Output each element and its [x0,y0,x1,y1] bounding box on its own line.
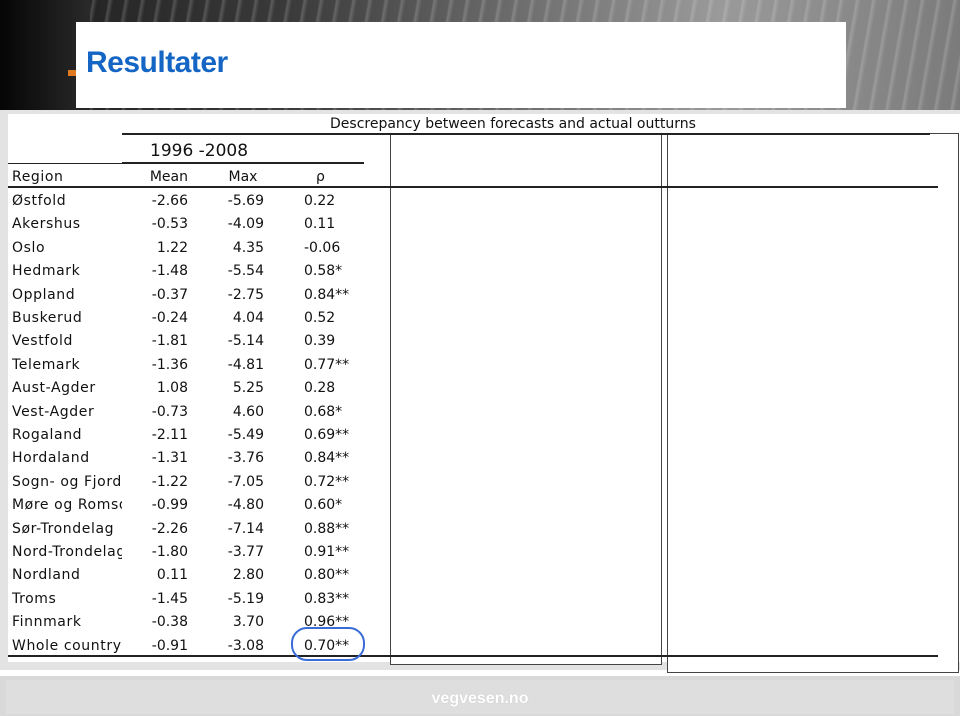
table-cell-mean: -0.38 [151,614,188,630]
header-top-rule [8,163,122,164]
table-cell-region: Møre og Romsdal [12,497,122,513]
table-cell-rho: 0.39 [304,333,336,349]
table-cell-region: Sør-Trondelag [12,521,115,537]
table-top-rule [122,133,930,135]
table-cell-max: -4.09 [227,216,264,232]
table-cell-mean: -0.24 [151,310,188,326]
table-cell-mean: -2.11 [151,427,188,443]
table-cell-region: Østfold [12,193,67,209]
table-cell-max: 4.60 [232,404,264,420]
table-cell-region: Rogaland [12,427,83,443]
table-cell-max: -7.05 [227,474,264,490]
chart-panel-right [667,133,959,673]
table-cell-mean: -0.73 [151,404,188,420]
table-cell-mean: -2.26 [151,521,188,537]
table-cell-region: Hedmark [12,263,81,279]
table-cell-rho: 0.69** [304,427,350,443]
table-cell-rho: 0.60* [304,497,343,513]
table-cell-rho: 0.91** [304,544,350,560]
table-cell-max: -3.76 [227,450,264,466]
table-cell-region: Akershus [12,216,81,232]
table-cell-max: 4.04 [232,310,264,326]
table-cell-mean: -0.37 [151,287,188,303]
highlight-circle [291,627,365,661]
table-cell-mean: -1.36 [151,357,188,373]
table-cell-max: 5.25 [232,380,264,396]
table-cell-mean: -1.22 [151,474,188,490]
table-cell-mean: 1.22 [156,240,188,256]
table-cell-max: -5.54 [227,263,264,279]
table-cell-rho: 0.80** [304,567,350,583]
table-cell-max: 3.70 [232,614,264,630]
table-caption: Descrepancy between forecasts and actual… [330,116,696,132]
table-cell-rho: 0.84** [304,450,350,466]
header-rho: ρ [316,169,325,185]
table-cell-mean: -1.45 [151,591,188,607]
header-region: Region [12,169,64,185]
table-cell-mean: -1.31 [151,450,188,466]
table-cell-max: -5.19 [227,591,264,607]
table-cell-rho: 0.68* [304,404,343,420]
table-cell-mean: -0.99 [151,497,188,513]
table-cell-rho: 0.52 [304,310,336,326]
table-cell-rho: 0.77** [304,357,350,373]
table-cell-max: 2.80 [232,567,264,583]
table-cell-rho: 0.22 [304,193,336,209]
table-cell-max: -3.77 [227,544,264,560]
table-cell-max: -7.14 [227,521,264,537]
period-rule [122,162,364,164]
header-max: Max [228,169,258,185]
chart-panel-left [390,133,662,665]
table-cell-region: Aust-Agder [12,380,96,396]
table-cell-rho: 0.58* [304,263,343,279]
table-cell-region: Vest-Agder [12,404,95,420]
table-cell-max: 4.35 [232,240,264,256]
slide-title: Resultater [86,46,228,79]
table-cell-rho: 0.83** [304,591,350,607]
table-cell-max: -4.81 [227,357,264,373]
period-label: 1996 -2008 [150,141,249,161]
table-cell-rho: 0.72** [304,474,350,490]
table-bottom-rule [8,655,938,657]
table-cell-region: Finnmark [12,614,82,630]
table-cell-max: -4.80 [227,497,264,513]
table-cell-region: Sogn- og Fjordane [12,474,122,490]
table-cell-rho: -0.06 [304,240,341,256]
header-mean: Mean [149,169,188,185]
table-cell-rho: 0.88** [304,521,350,537]
table-cell-mean: -1.80 [151,544,188,560]
table-cell-region: Troms [12,591,57,607]
table-cell-region: Hordaland [12,450,90,466]
table-cell-rho: 0.28 [304,380,336,396]
table-cell-mean: -0.53 [151,216,188,232]
table-cell-mean: 1.08 [156,380,188,396]
table-cell-region: Nord-Trondelag [12,544,122,560]
table-cell-max: -5.69 [227,193,264,209]
table-cell-max: -5.49 [227,427,264,443]
table-cell-mean: -1.48 [151,263,188,279]
table-cell-max: -2.75 [227,287,264,303]
table-cell-region: Nordland [12,567,81,583]
footer-logo: vegvesen.no [431,690,529,707]
table-cell-mean: -1.81 [151,333,188,349]
table-cell-region: Whole country [12,638,122,654]
table-cell-region: Vestfold [12,333,73,349]
table-cell-region: Telemark [12,357,81,373]
table-cell-max: -3.08 [227,638,264,654]
table-cell-region: Oppland [12,287,76,303]
table-cell-region: Oslo [12,240,46,256]
table-cell-max: -5.14 [227,333,264,349]
table-cell-mean: -0.91 [151,638,188,654]
table-cell-mean: 0.11 [156,567,188,583]
header-bottom-rule [8,186,938,188]
table-cell-rho: 0.84** [304,287,350,303]
table-cell-region: Buskerud [12,310,83,326]
table-cell-rho: 0.11 [304,216,336,232]
table-cell-mean: -2.66 [151,193,188,209]
